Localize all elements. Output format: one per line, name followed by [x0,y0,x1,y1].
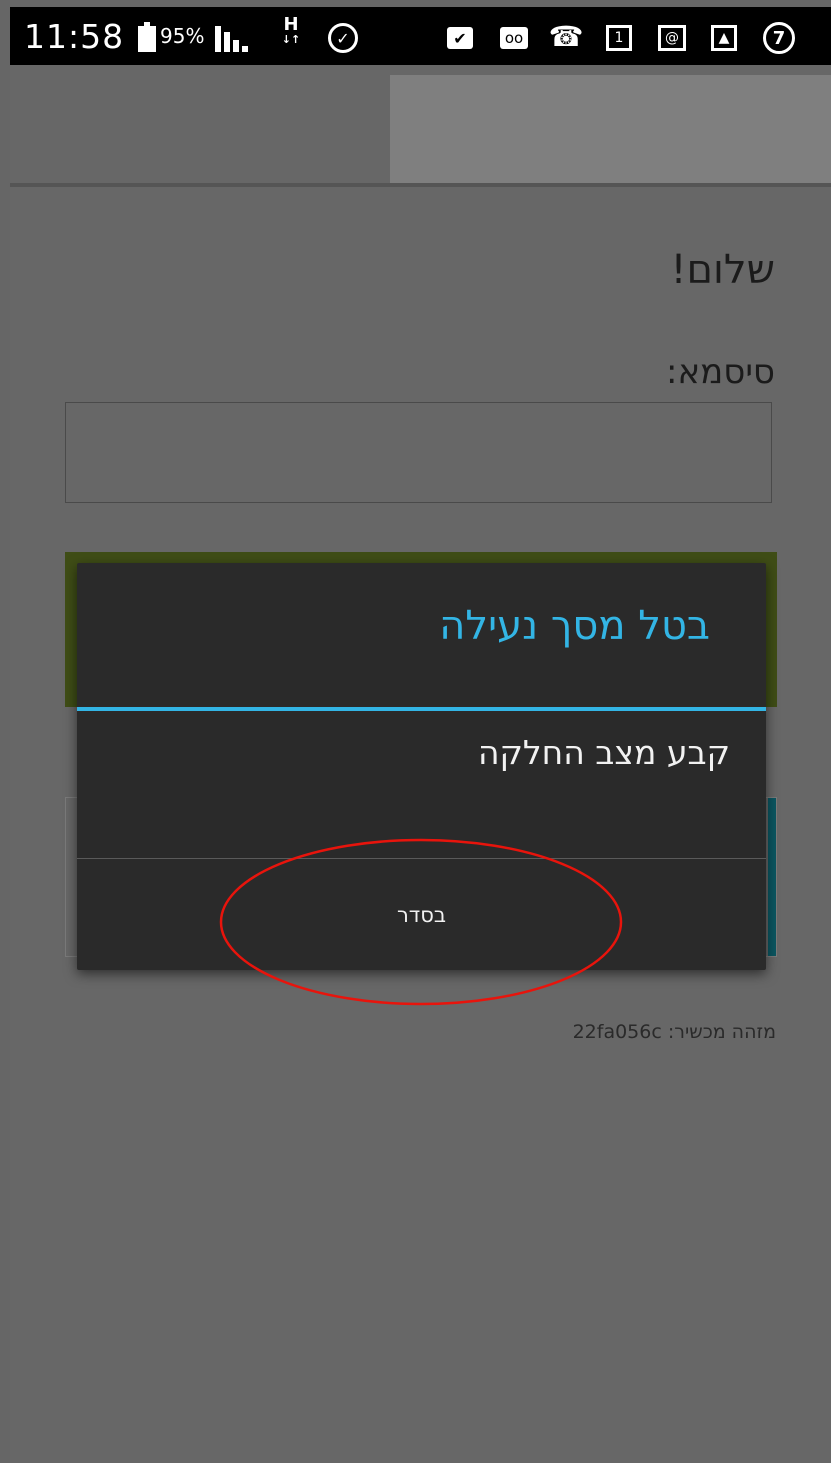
app-bar-divider [10,183,831,187]
network-type: H [283,14,299,35]
dialog-title-divider [77,707,766,711]
battery-icon [138,22,156,52]
calendar-icon: 1 [606,25,632,51]
secondary-button-accent [768,798,776,956]
voicemail-icon: oo [500,27,528,49]
ok-button[interactable]: בסדר [77,859,766,970]
disable-lock-screen-dialog: בטל מסך נעילה קבע מצב החלקה בסדר [77,563,766,970]
image-icon: ▲ [711,25,737,51]
status-bar: 11:58 95% H ↓↑ ✓ ✔ oo ☎ 1 @ ▲ 7 [10,7,831,65]
dialog-title: בטל מסך נעילה [439,603,710,649]
missed-call-icon: ☎ [548,19,584,53]
app-bar-placeholder [390,75,831,184]
screen: 11:58 95% H ↓↑ ✓ ✔ oo ☎ 1 @ ▲ 7 שלום! סי… [10,7,831,1463]
greeting-heading: שלום! [670,247,775,293]
email-icon: @ [658,25,686,51]
network-h-icon: H ↓↑ [281,14,301,46]
battery-percentage: 95% [160,24,205,48]
alarm-icon: ✓ [328,23,358,53]
briefcase-icon: ✔ [447,27,473,49]
password-label: סיסמא: [665,352,775,392]
signal-icon [215,26,255,52]
app-bar [10,65,831,184]
clock: 11:58 [24,16,125,56]
dialog-option-swipe[interactable]: קבע מצב החלקה [478,733,730,772]
password-input[interactable] [65,402,772,503]
device-id-label: מזהה מכשיר: 22fa056c [572,1021,776,1043]
notification-count-icon: 7 [763,22,795,54]
